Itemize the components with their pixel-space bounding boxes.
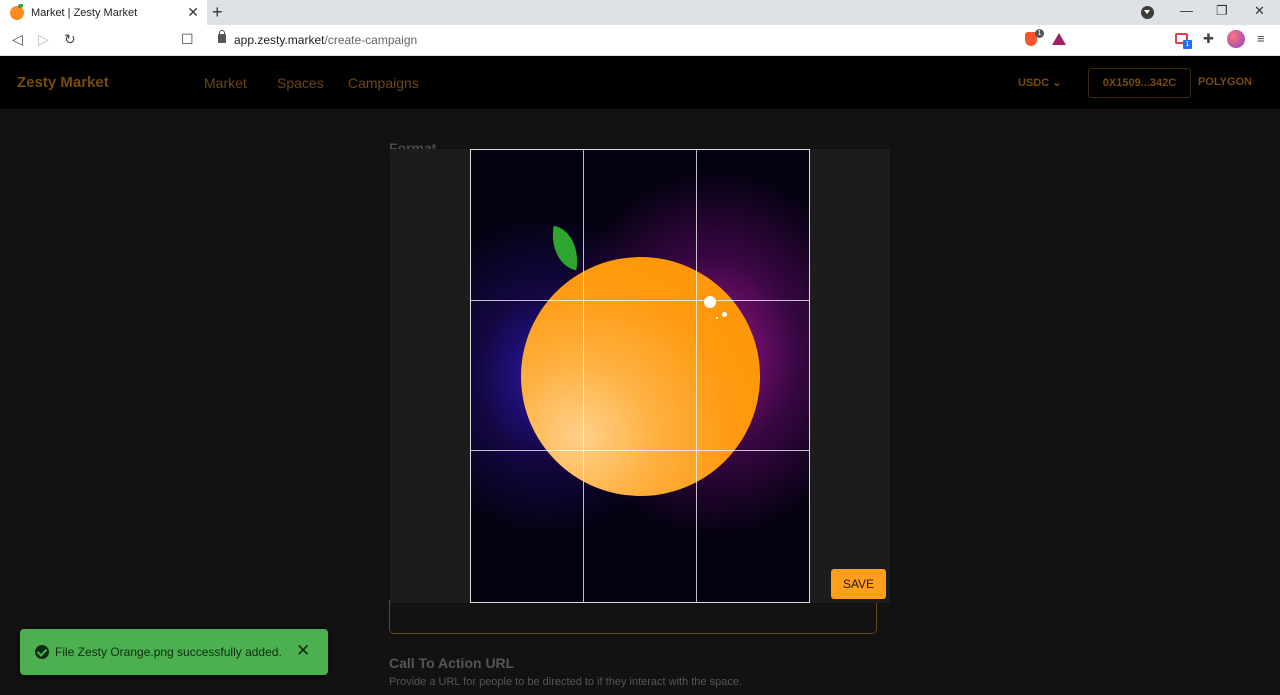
menu-icon[interactable]: ≡	[1257, 31, 1265, 46]
brave-shields-badge: 1	[1035, 29, 1044, 38]
orange-favicon-icon	[10, 3, 24, 20]
reload-icon[interactable]: ↻	[64, 31, 76, 48]
close-icon[interactable]: ✕	[296, 641, 310, 661]
network-label: POLYGON	[1198, 76, 1252, 88]
address-bar[interactable]: app.zesty.market/create-campaign	[204, 28, 1074, 52]
cta-url-description: Provide a URL for people to be directed …	[389, 676, 743, 688]
tab-title: Market | Zesty Market	[31, 6, 138, 19]
save-button[interactable]: SAVE	[831, 569, 886, 599]
background-input-field[interactable]	[389, 600, 877, 634]
brand-logo[interactable]: Zesty Market	[17, 74, 109, 91]
tab-close-icon[interactable]: ✕	[187, 4, 199, 21]
browser-tab[interactable]: Market | Zesty Market ✕	[0, 0, 207, 25]
tab-search-icon[interactable]	[1141, 6, 1154, 19]
crop-grid-line	[471, 450, 809, 451]
image-crop-dialog: SAVE	[390, 149, 890, 603]
back-icon[interactable]: ◁	[12, 31, 23, 48]
wallet-badge: 1	[1183, 40, 1192, 49]
browser-tab-bar: Market | Zesty Market ✕ + — ❐ ✕	[0, 0, 1280, 25]
lock-icon[interactable]	[218, 30, 226, 43]
orange-shine-small	[722, 312, 727, 317]
cta-url-title: Call To Action URL	[389, 655, 515, 671]
toast-message: File Zesty Orange.png successfully added…	[55, 645, 282, 659]
url-text[interactable]: app.zesty.market/create-campaign	[234, 33, 417, 47]
crop-grid-line	[583, 150, 584, 602]
nav-campaigns[interactable]: Campaigns	[348, 75, 419, 91]
nav-spaces[interactable]: Spaces	[277, 75, 324, 91]
wallet-address-button[interactable]: 0X1509...342C	[1088, 68, 1191, 98]
check-circle-icon	[35, 645, 49, 659]
orange-shine-dot	[716, 317, 718, 319]
new-tab-button[interactable]: +	[212, 2, 223, 23]
brave-rewards-icon[interactable]	[1052, 33, 1066, 45]
bookmark-icon[interactable]: ☐	[181, 31, 194, 48]
crop-grid-line	[696, 150, 697, 602]
profile-avatar[interactable]	[1227, 30, 1245, 48]
crop-area[interactable]	[470, 149, 810, 603]
window-close-button[interactable]: ✕	[1254, 3, 1265, 19]
minimize-button[interactable]: —	[1180, 3, 1193, 18]
crop-grid-line	[471, 300, 809, 301]
extensions-icon[interactable]: ✚	[1203, 31, 1214, 47]
restore-button[interactable]: ❐	[1216, 3, 1228, 19]
orange-shine	[704, 296, 716, 308]
orange-leaf	[546, 225, 584, 271]
success-toast: File Zesty Orange.png successfully added…	[20, 629, 328, 675]
app-navbar: Zesty Market Market Spaces Campaigns USD…	[0, 56, 1280, 109]
orange-image	[521, 257, 760, 496]
currency-dropdown[interactable]: USDC ⌄	[1018, 76, 1061, 89]
nav-market[interactable]: Market	[204, 75, 247, 91]
forward-icon[interactable]: ▷	[38, 31, 49, 48]
browser-toolbar: ◁ ▷ ↻ ☐ app.zesty.market/create-campaign…	[0, 25, 1280, 56]
